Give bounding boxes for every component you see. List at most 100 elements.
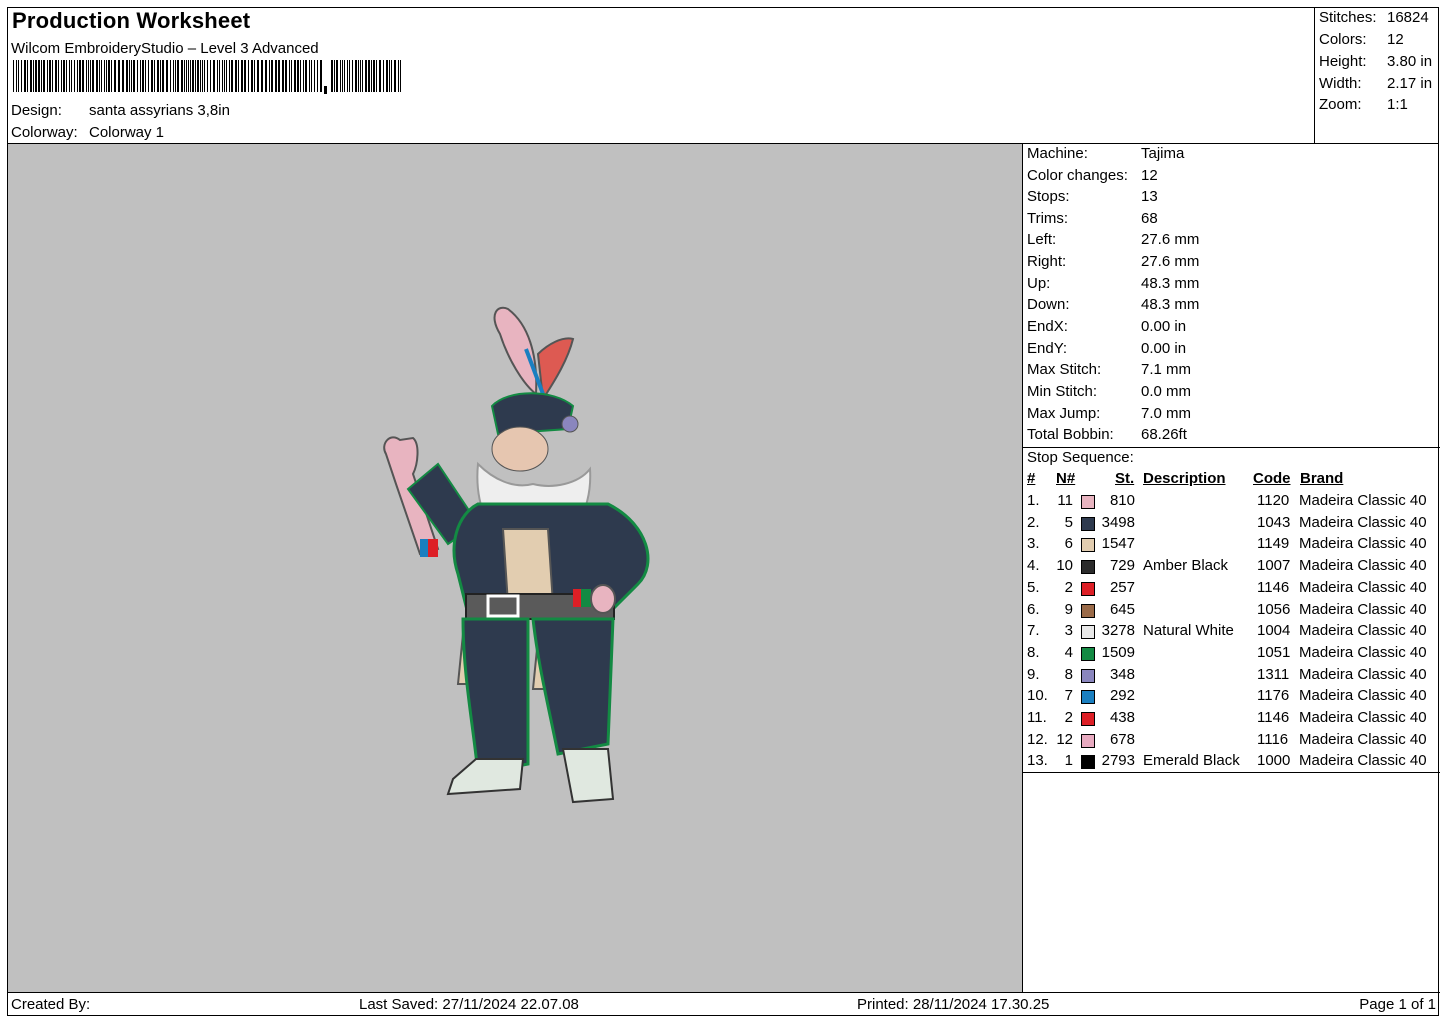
thread-code: 1120 xyxy=(1257,492,1290,509)
thread-description: Emerald Black xyxy=(1143,752,1240,770)
info-row-min-stitch: Min Stitch: 0.0 mm xyxy=(1027,383,1191,404)
thread-brand: Madeira Classic 40 xyxy=(1299,535,1427,553)
last-saved: Last Saved: 27/11/2024 22.07.08 xyxy=(359,996,579,1013)
stop-number: 2. xyxy=(1027,513,1040,531)
stop-row: 11. 2 438 1146 Madeira Classic 40 xyxy=(1023,709,1440,730)
thread-color-swatch xyxy=(1081,603,1095,618)
info-row-max-jump: Max Jump: 7.0 mm xyxy=(1027,405,1191,426)
needle-number: 8 xyxy=(1064,665,1073,683)
col-header-st: St. xyxy=(1115,470,1135,487)
thread-color-swatch xyxy=(1081,625,1095,640)
needle-number: 2 xyxy=(1064,709,1073,726)
stat-value: 2.17 in xyxy=(1387,75,1433,92)
stitch-count: 1509 xyxy=(1101,643,1135,661)
thread-color-swatch xyxy=(1081,538,1095,553)
stitch-count: 292 xyxy=(1109,687,1135,705)
thread-color-swatch xyxy=(1081,581,1095,596)
stop-row: 4. 10 729 Amber Black 1007 Madeira Classic 40 xyxy=(1023,557,1440,578)
info-value: 68.26ft xyxy=(1141,426,1187,443)
stop-number: 1. xyxy=(1027,492,1040,509)
design-label: Design: xyxy=(11,102,62,119)
software-name: Wilcom EmbroideryStudio – Level 3 Advanc… xyxy=(11,40,319,57)
stop-row: 9. 8 348 1311 Madeira Classic 40 xyxy=(1023,666,1440,687)
col-header-num: # xyxy=(1027,470,1036,487)
thread-brand: Madeira Classic 40 xyxy=(1299,578,1427,596)
needle-number: 2 xyxy=(1064,578,1073,596)
needle-number: 4 xyxy=(1064,643,1073,661)
printed-date: Printed: 28/11/2024 17.30.25 xyxy=(857,996,1050,1013)
info-value: Tajima xyxy=(1141,145,1185,162)
needle-number: 3 xyxy=(1064,622,1073,640)
stitch-count: 729 xyxy=(1109,557,1135,575)
thread-brand: Madeira Classic 40 xyxy=(1299,643,1427,661)
worksheet-footer: Created By: Last Saved: 27/11/2024 22.07… xyxy=(8,992,1440,1018)
stat-value: 16824 xyxy=(1387,9,1429,26)
info-label: Max Stitch: xyxy=(1027,361,1102,378)
stop-row: 13. 1 2793 Emerald Black 1000 Madeira Classic… xyxy=(1023,752,1440,773)
stop-number: 12. xyxy=(1027,730,1048,748)
stitch-count: 3498 xyxy=(1101,513,1135,531)
thread-code: 1146 xyxy=(1257,578,1290,596)
stop-number: 10. xyxy=(1027,687,1048,705)
thread-brand: Madeira Classic 40 xyxy=(1299,687,1427,705)
info-value: 12 xyxy=(1141,167,1158,184)
divider xyxy=(1023,772,1440,773)
thread-color-swatch xyxy=(1081,755,1095,770)
stat-label: Stitches: xyxy=(1319,9,1377,26)
info-row-total-bobbin: Total Bobbin: 68.26ft xyxy=(1027,426,1187,447)
thread-code: 1004 xyxy=(1257,622,1291,640)
page-title: Production Worksheet xyxy=(12,8,251,33)
info-label: Trims: xyxy=(1027,210,1069,227)
info-label: Max Jump: xyxy=(1027,405,1101,422)
info-label: Right: xyxy=(1027,253,1067,270)
stat-value: 3.80 in xyxy=(1387,53,1433,70)
info-value: 48.3 mm xyxy=(1141,296,1200,313)
created-by: Created By: xyxy=(11,996,91,1013)
thread-brand: Madeira Classic 40 xyxy=(1299,752,1427,770)
info-label: Up: xyxy=(1027,275,1051,292)
stitch-count: 257 xyxy=(1109,578,1135,596)
stat-width: Width: 2.17 in xyxy=(1319,75,1432,92)
stop-number: 3. xyxy=(1027,535,1040,553)
info-value: 27.6 mm xyxy=(1141,253,1200,270)
thread-brand: Madeira Classic 40 xyxy=(1299,557,1427,575)
design-value: santa assyrians 3,8in xyxy=(89,102,230,119)
stat-label: Height: xyxy=(1319,53,1367,70)
info-row-left: Left: 27.6 mm xyxy=(1027,231,1199,252)
worksheet-header: Production Worksheet Wilcom EmbroiderySt… xyxy=(8,8,1314,143)
stat-stitches: Stitches: 16824 xyxy=(1319,9,1429,26)
col-header-description: Description xyxy=(1143,470,1226,487)
stitch-count: 810 xyxy=(1109,492,1135,509)
info-row-color-changes: Color changes: 12 xyxy=(1027,167,1158,188)
info-row-trims: Trims: 68 xyxy=(1027,210,1158,231)
stitch-count: 2793 xyxy=(1101,752,1135,770)
info-value: 0.00 in xyxy=(1141,340,1187,357)
stop-row: 1. 11 810 1120 Madeira Classic 40 xyxy=(1023,492,1440,513)
info-row-max-stitch: Max Stitch: 7.1 mm xyxy=(1027,361,1191,382)
divider xyxy=(1023,447,1440,448)
stop-number: 5. xyxy=(1027,578,1040,596)
design-stats: Stitches: 16824 Colors: 12 Height: 3.80 in … xyxy=(1314,8,1440,143)
thread-brand: Madeira Classic 40 xyxy=(1299,600,1427,618)
thread-code: 1000 xyxy=(1257,752,1291,770)
info-row-right: Right: 27.6 mm xyxy=(1027,253,1199,274)
needle-number: 11 xyxy=(1057,492,1073,509)
stitch-count: 3278 xyxy=(1101,622,1135,640)
page-number: Page 1 of 1 xyxy=(1359,996,1436,1013)
info-value: 13 xyxy=(1141,188,1158,205)
stitch-count: 678 xyxy=(1109,730,1135,748)
thread-color-swatch xyxy=(1081,560,1095,575)
stop-sequence-title: Stop Sequence: xyxy=(1027,449,1134,466)
stitch-count: 645 xyxy=(1109,600,1135,618)
stop-number: 9. xyxy=(1027,665,1040,683)
stop-number: 6. xyxy=(1027,600,1040,618)
info-row-machine: Machine: Tajima xyxy=(1027,145,1184,166)
info-row-endx: EndX: 0.00 in xyxy=(1027,318,1186,339)
stat-label: Zoom: xyxy=(1319,96,1362,113)
info-label: Down: xyxy=(1027,296,1070,313)
colorway-value: Colorway 1 xyxy=(89,124,165,141)
thread-color-swatch xyxy=(1081,646,1095,661)
stop-row: 6. 9 645 1056 Madeira Classic 40 xyxy=(1023,601,1440,622)
thread-brand: Madeira Classic 40 xyxy=(1299,492,1427,509)
thread-code: 1043 xyxy=(1257,513,1291,531)
